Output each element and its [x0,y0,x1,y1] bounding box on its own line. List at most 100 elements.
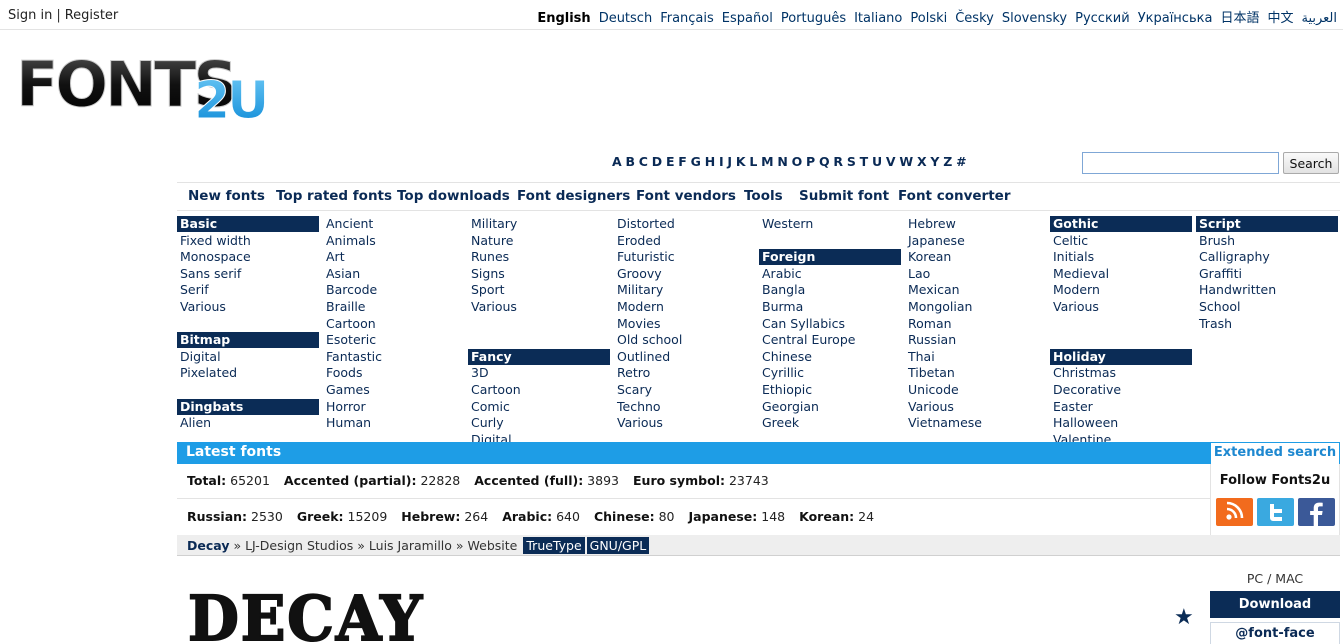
letter-link[interactable]: G [691,154,701,169]
letter-link[interactable]: B [625,154,635,169]
category-link[interactable]: Brush [1196,233,1338,250]
category-link[interactable]: Various [614,415,756,432]
category-link[interactable]: Burma [759,299,901,316]
category-heading[interactable]: Foreign [759,249,901,266]
category-link[interactable]: Pixelated [177,365,319,382]
category-link[interactable]: Animals [323,233,465,250]
category-link[interactable]: School [1196,299,1338,316]
category-link[interactable]: Runes [468,249,610,266]
category-link[interactable]: Curly [468,415,610,432]
language-11[interactable]: 日本語 [1220,11,1259,26]
letter-link[interactable]: Z [943,154,952,169]
facebook-icon[interactable] [1298,498,1335,526]
category-link[interactable]: Art [323,249,465,266]
category-link[interactable]: Vietnamese [905,415,1047,432]
category-link[interactable]: Lao [905,266,1047,283]
category-link[interactable]: Monospace [177,249,319,266]
search-button[interactable]: Search [1283,152,1339,174]
letter-link[interactable]: F [678,154,687,169]
category-link[interactable]: Military [614,282,756,299]
category-link[interactable]: Russian [905,332,1047,349]
category-link[interactable]: Comic [468,399,610,416]
category-link[interactable]: Serif [177,282,319,299]
language-9[interactable]: Русский [1075,11,1130,26]
category-link[interactable]: Trash [1196,316,1338,333]
letter-link[interactable]: J [727,154,732,169]
category-link[interactable]: Cartoon [323,316,465,333]
category-link[interactable]: Celtic [1050,233,1192,250]
site-logo[interactable]: FONTS 2U [14,44,274,127]
format-tag[interactable]: TrueType [523,537,585,554]
category-link[interactable]: Futuristic [614,249,756,266]
nav-item[interactable]: New fonts [188,188,265,204]
category-link[interactable]: Various [1050,299,1192,316]
letter-link[interactable]: Q [819,154,830,169]
language-0[interactable]: English [537,11,590,26]
category-link[interactable]: Tibetan [905,365,1047,382]
category-heading[interactable]: Fancy [468,349,610,366]
category-heading[interactable]: Script [1196,216,1338,233]
category-heading[interactable]: Basic [177,216,319,233]
letter-link[interactable]: C [639,154,648,169]
category-link[interactable]: Various [177,299,319,316]
letter-link[interactable]: R [833,154,843,169]
category-link[interactable]: Western [759,216,901,233]
letter-link[interactable]: U [872,154,882,169]
category-link[interactable]: Greek [759,415,901,432]
language-2[interactable]: Français [660,11,714,26]
category-link[interactable]: Retro [614,365,756,382]
category-link[interactable]: Groovy [614,266,756,283]
category-link[interactable]: Korean [905,249,1047,266]
website-link[interactable]: Website [468,538,518,553]
category-link[interactable]: Calligraphy [1196,249,1338,266]
language-6[interactable]: Polski [910,11,947,26]
category-link[interactable]: Sans serif [177,266,319,283]
category-link[interactable]: Techno [614,399,756,416]
category-link[interactable]: Ethiopic [759,382,901,399]
letter-link[interactable]: N [777,154,788,169]
category-link[interactable]: Fixed width [177,233,319,250]
font-face-button[interactable]: @font-face [1210,622,1340,644]
category-link[interactable]: Various [905,399,1047,416]
letter-link[interactable]: E [666,154,675,169]
category-link[interactable]: Old school [614,332,756,349]
category-link[interactable]: Cartoon [468,382,610,399]
license-tag[interactable]: GNU/GPL [586,537,650,554]
category-link[interactable]: Bangla [759,282,901,299]
category-link[interactable]: Human [323,415,465,432]
twitter-icon[interactable] [1257,498,1294,526]
nav-item[interactable]: Top downloads [397,188,510,204]
language-12[interactable]: 中文 [1267,11,1293,26]
nav-item[interactable]: Submit font [799,188,889,204]
favorite-star-icon[interactable]: ★ [1174,605,1194,630]
author-link[interactable]: Luis Jaramillo [369,538,452,553]
category-link[interactable]: Braille [323,299,465,316]
category-link[interactable]: Chinese [759,349,901,366]
nav-item[interactable]: Font designers [517,188,630,204]
nav-item[interactable]: Top rated fonts [276,188,392,204]
category-link[interactable]: Foods [323,365,465,382]
nav-item[interactable]: Font converter [898,188,1010,204]
letter-link[interactable]: D [652,154,663,169]
category-link[interactable]: Cyrillic [759,365,901,382]
font-name[interactable]: Decay [187,538,229,553]
category-link[interactable]: Alien [177,415,319,432]
language-5[interactable]: Italiano [854,11,902,26]
category-heading[interactable]: Gothic [1050,216,1192,233]
extended-search-link[interactable]: Extended search [1210,442,1340,464]
category-link[interactable]: Signs [468,266,610,283]
letter-link[interactable]: P [806,154,815,169]
language-1[interactable]: Deutsch [599,11,653,26]
category-link[interactable]: Christmas [1050,365,1192,382]
category-link[interactable]: Graffiti [1196,266,1338,283]
language-4[interactable]: Português [781,11,846,26]
category-link[interactable]: Georgian [759,399,901,416]
category-link[interactable]: Various [468,299,610,316]
category-heading[interactable]: Bitmap [177,332,319,349]
language-7[interactable]: Česky [955,11,994,26]
language-10[interactable]: Українська [1138,11,1213,26]
category-link[interactable]: Can Syllabics [759,316,901,333]
category-link[interactable]: Initials [1050,249,1192,266]
category-heading[interactable]: Dingbats [177,398,319,415]
category-link[interactable]: Fantastic [323,349,465,366]
